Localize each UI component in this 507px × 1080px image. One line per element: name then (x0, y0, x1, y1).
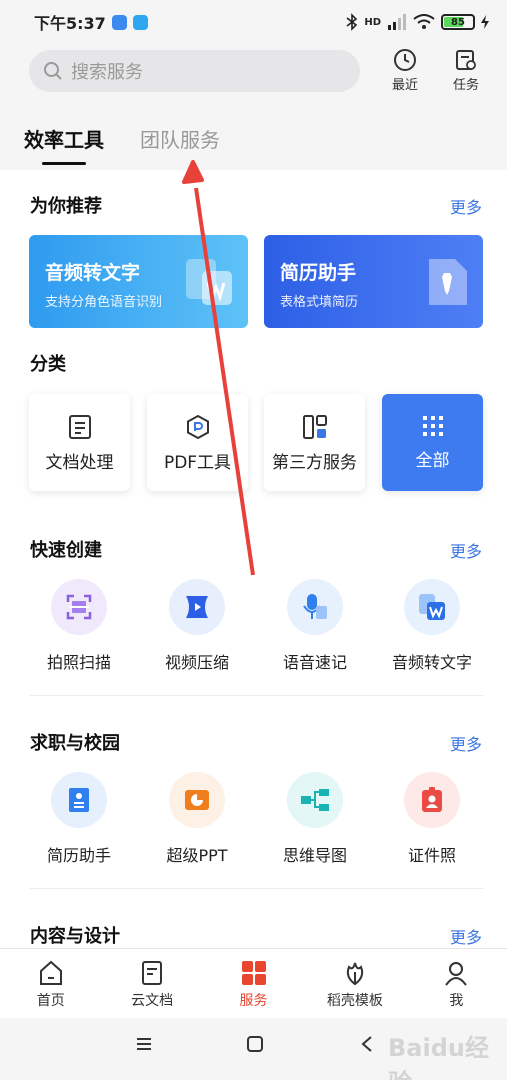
hd-badge: HD (364, 16, 381, 28)
bluetooth-icon (346, 13, 358, 31)
audio-to-text-icon (186, 259, 232, 305)
quick-item-voice-note[interactable]: 语音速记 (260, 579, 370, 673)
clock-icon (394, 49, 416, 71)
document-icon (68, 415, 91, 439)
quick-item-audio-to-text[interactable]: 音频转文字 (377, 579, 487, 673)
nav-label: 稻壳模板 (326, 993, 383, 1009)
career-item-id-photo[interactable]: 证件照 (377, 772, 487, 866)
ppt-icon (185, 790, 209, 810)
resume-assistant-card[interactable]: 简历助手 表格式填简历 (264, 235, 483, 328)
category-label: 第三方服务 (272, 453, 357, 473)
menu-icon[interactable] (135, 1036, 153, 1052)
resume-tie-icon (429, 259, 467, 305)
nav-label: 云文档 (131, 993, 174, 1009)
back-icon[interactable] (360, 1036, 374, 1052)
home-square-icon[interactable] (246, 1036, 264, 1052)
category-document-processing[interactable]: 文档处理 (29, 394, 130, 491)
section-divider (30, 695, 483, 696)
leaf-icon (346, 962, 364, 986)
career-title: 求职与校园 (30, 733, 120, 754)
recommend-more-link[interactable]: 更多 (450, 194, 482, 218)
nav-label: 首页 (36, 993, 65, 1009)
tasks-button[interactable]: 任务 (446, 48, 486, 93)
search-input[interactable]: 搜索服务 (29, 50, 360, 92)
nav-label: 我 (449, 993, 464, 1009)
audio-to-text-card[interactable]: 音频转文字 支持分角色语音识别 (29, 235, 248, 328)
career-item-resume[interactable]: 简历助手 (24, 772, 134, 866)
nav-home[interactable]: 首页 (0, 949, 101, 1018)
career-more-link[interactable]: 更多 (450, 731, 482, 755)
battery-indicator: 85 (441, 14, 475, 30)
category-label: 文档处理 (45, 453, 114, 473)
bottom-navigation: 首页 云文档 服务 稻壳模板 我 (0, 948, 507, 1018)
search-icon (44, 62, 62, 80)
recent-button[interactable]: 最近 (385, 48, 425, 93)
header: 搜索服务 最近 任务 效率工具 团队服务 (0, 44, 507, 170)
category-pdf-tools[interactable]: PDF工具 (147, 394, 248, 491)
quick-item-label: 视频压缩 (164, 653, 229, 672)
audio-text-icon (419, 594, 445, 620)
career-item-mind-map[interactable]: 思维导图 (260, 772, 370, 866)
tab-team-services[interactable]: 团队服务 (140, 124, 220, 163)
status-time: 下午5:37 (34, 14, 106, 33)
nav-cloud-docs[interactable]: 云文档 (101, 949, 202, 1018)
watermark: Baidu经验 (388, 1034, 489, 1080)
quick-item-label: 音频转文字 (391, 653, 472, 672)
search-placeholder: 搜索服务 (71, 62, 143, 83)
design-more-link[interactable]: 更多 (450, 924, 482, 948)
nav-templates[interactable]: 稻壳模板 (304, 949, 405, 1018)
nav-label: 服务 (239, 993, 268, 1009)
id-photo-icon (422, 787, 442, 812)
layout-blocks-icon (302, 415, 327, 439)
quick-item-label: 语音速记 (282, 653, 347, 672)
task-list-icon (456, 50, 476, 70)
career-item-label: 简历助手 (46, 846, 111, 865)
wifi-icon (413, 14, 435, 29)
tasks-label: 任务 (452, 78, 479, 93)
charging-icon (481, 15, 489, 29)
user-icon (445, 962, 468, 986)
app-notification-icon (132, 14, 148, 30)
career-item-label: 证件照 (407, 846, 456, 865)
quick-create-title: 快速创建 (30, 540, 102, 561)
nav-services[interactable]: 服务 (203, 949, 304, 1018)
mind-map-icon (301, 789, 329, 811)
resume-icon (69, 788, 89, 812)
quick-item-video-compress[interactable]: 视频压缩 (142, 579, 252, 673)
category-third-party[interactable]: 第三方服务 (264, 394, 365, 491)
career-item-label: 超级PPT (166, 846, 228, 865)
category-label: PDF工具 (163, 453, 232, 473)
nav-me[interactable]: 我 (406, 949, 507, 1018)
quick-item-label: 拍照扫描 (46, 653, 111, 672)
home-icon (39, 960, 62, 985)
category-label: 全部 (415, 451, 450, 471)
main-content: 为你推荐 更多 音频转文字 支持分角色语音识别 简历助手 表格式填简历 分类 文… (0, 170, 507, 948)
tab-efficiency-tools[interactable]: 效率工具 (24, 124, 104, 165)
scan-icon (66, 594, 92, 620)
video-compress-icon (186, 596, 208, 618)
signal-icon (388, 14, 406, 30)
tab-bar: 效率工具 团队服务 (24, 124, 220, 165)
pdf-hexagon-icon (186, 414, 209, 440)
microphone-icon (303, 594, 327, 619)
bluetooth-app-icon (111, 14, 127, 30)
design-title: 内容与设计 (30, 926, 120, 947)
career-item-super-ppt[interactable]: 超级PPT (142, 772, 252, 866)
recommend-title: 为你推荐 (30, 196, 102, 217)
recent-label: 最近 (391, 78, 418, 93)
status-bar: 下午5:37 HD 85 (0, 0, 507, 44)
category-title: 分类 (30, 354, 66, 375)
document-icon (142, 961, 163, 985)
system-navigation-bar: Baidu经验 (0, 1018, 507, 1080)
career-item-label: 思维导图 (282, 846, 347, 865)
quick-create-more-link[interactable]: 更多 (450, 538, 482, 562)
category-all[interactable]: 全部 (382, 394, 483, 491)
section-divider (30, 888, 483, 889)
grid-icon (241, 961, 266, 985)
grid-dots-icon (422, 416, 443, 436)
quick-item-photo-scan[interactable]: 拍照扫描 (24, 579, 134, 673)
